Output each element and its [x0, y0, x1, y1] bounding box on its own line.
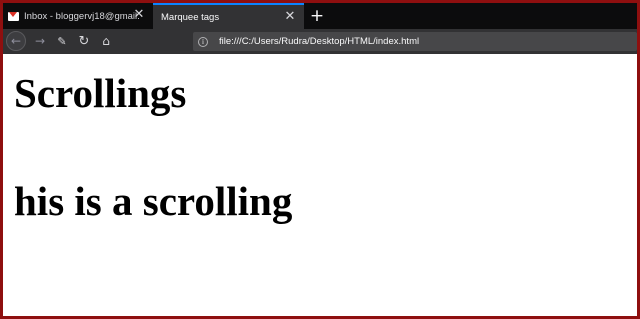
tab-strip: Inbox - bloggervj18@gmail.cor ✕ Marquee … [3, 3, 637, 29]
page-heading: Scrollings [14, 70, 187, 116]
new-tab-button[interactable]: + [308, 6, 326, 26]
screenshot-frame: Inbox - bloggervj18@gmail.cor ✕ Marquee … [0, 0, 640, 319]
tab-label: Inbox - bloggervj18@gmail.cor [24, 10, 139, 22]
wrench-icon[interactable]: ✎ [52, 31, 72, 51]
back-button[interactable]: ← [6, 31, 26, 51]
navigation-toolbar: ← → ✎ ↻ ⌂ i file:///C:/Users/Rudra/Deskt… [3, 29, 637, 54]
close-icon[interactable]: ✕ [132, 8, 146, 22]
tab-label: Marquee tags [161, 11, 220, 23]
marquee-text: his is a scrolling [14, 178, 293, 224]
tab-marquee-tags[interactable]: Marquee tags ✕ [153, 3, 304, 29]
tab-inbox[interactable]: Inbox - bloggervj18@gmail.cor ✕ [3, 3, 153, 29]
marquee-container: his is a scrolling [3, 178, 637, 224]
info-icon[interactable]: i [198, 36, 208, 47]
close-icon[interactable]: ✕ [283, 10, 297, 24]
url-text[interactable]: file:///C:/Users/Rudra/Desktop/HTML/inde… [219, 36, 419, 47]
reload-button[interactable]: ↻ [74, 31, 94, 51]
address-bar[interactable]: i file:///C:/Users/Rudra/Desktop/HTML/in… [193, 32, 637, 51]
home-button[interactable]: ⌂ [96, 31, 116, 51]
forward-button[interactable]: → [30, 31, 50, 51]
page-viewport: Scrollings his is a scrolling [3, 54, 637, 316]
gmail-icon [8, 11, 19, 21]
